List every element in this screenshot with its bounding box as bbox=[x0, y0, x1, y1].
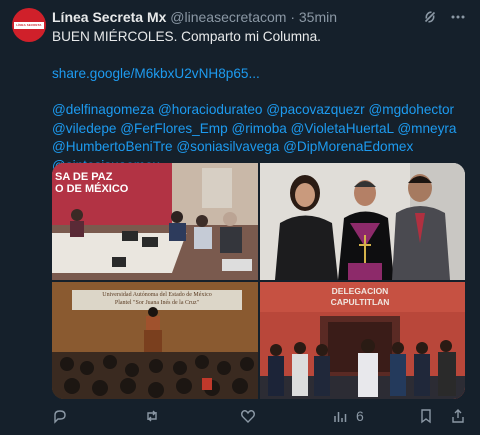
mentions-line[interactable]: @HumbertoBeniTre @soniasilvavega @DipMor… bbox=[52, 138, 466, 157]
heart-icon bbox=[241, 410, 255, 423]
display-name[interactable]: Línea Secreta Mx bbox=[52, 9, 166, 25]
analytics-icon bbox=[334, 412, 347, 422]
tweet-text: BUEN MIÉRCOLES. Comparto mi Columna. sha… bbox=[52, 28, 466, 175]
user-handle[interactable]: @lineasecretacom bbox=[170, 9, 286, 25]
header-actions bbox=[422, 9, 466, 29]
photo-delegation[interactable]: DELEGACION CAPULTITLAN bbox=[260, 282, 465, 399]
timestamp[interactable]: 35min bbox=[299, 9, 337, 25]
more-options-icon[interactable] bbox=[450, 9, 466, 29]
wall-sign: SA DE PAZ O DE MÉXICO bbox=[55, 171, 129, 195]
building-sign: DELEGACION CAPULTITLAN bbox=[330, 286, 390, 307]
tweet[interactable]: LÍNEA SECRETA Línea Secreta Mx @lineasec… bbox=[0, 0, 480, 435]
share-icon bbox=[452, 409, 464, 423]
reply-button[interactable] bbox=[52, 408, 68, 424]
photo-grid: SA DE PAZ O DE MÉXICO Universidad Autóno… bbox=[52, 163, 465, 399]
mentions-line[interactable]: @viledepe @FerFlores_Emp @rimoba @Violet… bbox=[52, 120, 466, 139]
action-bar: 6 bbox=[52, 408, 466, 426]
share-button[interactable] bbox=[450, 408, 466, 424]
bookmark-button[interactable] bbox=[418, 408, 434, 424]
mentions-line[interactable]: @delfinagomeza @horaciodurateo @pacovazq… bbox=[52, 101, 466, 120]
views-button[interactable]: 6 bbox=[332, 408, 364, 424]
reply-icon bbox=[54, 410, 66, 424]
avatar[interactable]: LÍNEA SECRETA bbox=[12, 8, 46, 42]
photo-auditorium[interactable]: Universidad Autónoma del Estado de Méxic… bbox=[52, 282, 258, 399]
photo-meeting-room[interactable]: SA DE PAZ O DE MÉXICO bbox=[52, 163, 258, 280]
bookmark-icon bbox=[421, 409, 431, 424]
photo-group-portrait[interactable] bbox=[260, 163, 465, 280]
views-count: 6 bbox=[356, 408, 364, 424]
tweet-line: BUEN MIÉRCOLES. Comparto mi Columna. bbox=[52, 29, 321, 44]
shared-link[interactable]: share.google/M6kbxU2vNH8p65... bbox=[52, 65, 466, 84]
grok-icon[interactable] bbox=[422, 9, 438, 29]
like-button[interactable] bbox=[240, 408, 256, 424]
separator: · bbox=[290, 9, 295, 25]
avatar-logo: LÍNEA SECRETA bbox=[14, 22, 44, 29]
university-banner: Universidad Autónoma del Estado de Méxic… bbox=[102, 292, 212, 306]
repost-button[interactable] bbox=[144, 408, 160, 424]
repost-icon bbox=[147, 410, 157, 422]
tweet-header: Línea Secreta Mx @lineasecretacom · 35mi… bbox=[52, 9, 337, 25]
